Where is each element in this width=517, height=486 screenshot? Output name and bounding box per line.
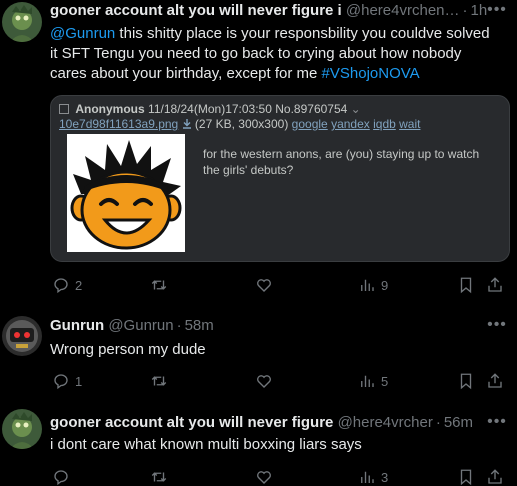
reply-count: 2 xyxy=(75,277,83,293)
timestamp[interactable]: 1h xyxy=(471,2,488,19)
search-link-google[interactable]: google xyxy=(292,117,328,131)
bookmark-button[interactable] xyxy=(457,275,475,295)
tweet-1[interactable]: gooner account alt you will never figure… xyxy=(0,0,517,300)
more-icon[interactable]: ••• xyxy=(487,317,507,338)
views-button[interactable]: 3 xyxy=(358,467,388,486)
views-icon xyxy=(361,279,374,291)
separator-dot: · xyxy=(435,414,441,431)
reply-count: 1 xyxy=(75,373,83,389)
bookmark-button[interactable] xyxy=(457,467,475,486)
quote-datetime: 11/18/24(Mon)17:03:50 xyxy=(148,102,272,116)
tweet-actions: 3 xyxy=(50,467,510,486)
tweet-text: @Gunrun this shitty place is your respon… xyxy=(50,24,501,84)
tweet-text-body: this shitty place is your responsbility … xyxy=(50,25,490,82)
retweet-icon xyxy=(151,280,167,290)
mention-link[interactable]: @Gunrun xyxy=(50,25,115,42)
reply-button[interactable] xyxy=(52,467,75,486)
timestamp[interactable]: 58m xyxy=(185,317,214,334)
display-name[interactable]: Gunrun xyxy=(50,317,104,334)
checkbox-icon[interactable] xyxy=(59,104,69,114)
user-handle[interactable]: @Gunrun xyxy=(108,317,173,334)
user-handle[interactable]: @here4vrchen… xyxy=(346,2,460,19)
reply-button[interactable]: 1 xyxy=(52,371,82,391)
search-link-yandex[interactable]: yandex xyxy=(331,117,370,131)
retweet-button[interactable] xyxy=(150,275,173,295)
views-button[interactable]: 5 xyxy=(358,371,388,391)
reply-icon xyxy=(54,278,68,294)
share-icon xyxy=(488,469,502,484)
file-meta: (27 KB, 300x300) xyxy=(194,117,289,131)
more-icon[interactable]: ••• xyxy=(487,2,507,23)
bookmark-button[interactable] xyxy=(457,371,475,391)
views-count: 9 xyxy=(381,277,389,293)
separator-dot: · xyxy=(176,317,182,334)
bookmark-icon xyxy=(460,373,472,390)
quote-post-number[interactable]: No.89760754 xyxy=(275,102,347,116)
timeline: gooner account alt you will never figure… xyxy=(0,0,517,486)
reply-icon xyxy=(54,374,68,390)
retweet-button[interactable] xyxy=(150,371,173,391)
retweet-icon xyxy=(151,376,167,386)
quote-header: Anonymous 11/18/24(Mon)17:03:50 No.89760… xyxy=(59,102,361,117)
retweet-icon xyxy=(151,472,167,482)
share-icon xyxy=(488,277,502,292)
tweet-header: gooner account alt you will never figure… xyxy=(50,413,507,433)
tweet-header: Gunrun @Gunrun · 58m xyxy=(50,316,507,336)
views-button[interactable]: 9 xyxy=(358,275,388,295)
like-icon xyxy=(257,471,271,484)
bookmark-icon xyxy=(460,469,472,486)
quote-image[interactable] xyxy=(67,134,185,252)
quote-file-info: 10e7d98f11613a9.png (27 KB, 300x300) goo… xyxy=(59,117,420,132)
hashtag-link[interactable]: #VShojoNOVA xyxy=(322,65,420,82)
avatar[interactable] xyxy=(2,409,42,449)
share-button[interactable] xyxy=(486,371,504,391)
more-icon[interactable]: ••• xyxy=(487,414,507,435)
views-icon xyxy=(361,471,374,483)
tweet-actions: 2 9 xyxy=(50,275,510,295)
like-button[interactable] xyxy=(255,371,278,391)
smiling-face-image xyxy=(67,134,185,252)
share-button[interactable] xyxy=(486,467,504,486)
tweet-text: Wrong person my dude xyxy=(50,341,206,358)
user-handle[interactable]: @here4vrcher xyxy=(338,414,433,431)
avatar[interactable] xyxy=(2,2,42,42)
separator-dot: · xyxy=(462,2,468,19)
like-button[interactable] xyxy=(255,467,278,486)
timestamp[interactable]: 56m xyxy=(444,414,473,431)
bookmark-icon xyxy=(460,277,472,294)
views-count: 5 xyxy=(381,373,389,389)
tweet-3[interactable]: gooner account alt you will never figure… xyxy=(0,405,517,486)
quoted-post[interactable]: Anonymous 11/18/24(Mon)17:03:50 No.89760… xyxy=(50,95,510,262)
quote-comment: for the western anons, are (you) staying… xyxy=(203,147,480,177)
tweet-2[interactable]: Gunrun @Gunrun · 58m ••• Wrong person my d… xyxy=(0,310,517,400)
views-count: 3 xyxy=(381,469,389,485)
retweet-button[interactable] xyxy=(150,467,173,486)
views-icon xyxy=(361,375,374,387)
search-link-wait[interactable]: wait xyxy=(399,117,420,131)
like-icon xyxy=(257,375,271,388)
share-icon xyxy=(488,373,502,388)
like-button[interactable] xyxy=(255,275,278,295)
tweet-actions: 1 5 xyxy=(50,371,510,391)
search-link-iqdb[interactable]: iqdb xyxy=(373,117,396,131)
tweet-text: i dont care what known multi boxxing lia… xyxy=(50,436,362,453)
file-link[interactable]: 10e7d98f11613a9.png xyxy=(59,117,178,131)
display-name[interactable]: gooner account alt you will never figure xyxy=(50,414,333,431)
chevron-down-icon[interactable]: ⌄ xyxy=(351,102,361,116)
reply-button[interactable]: 2 xyxy=(52,275,82,295)
display-name[interactable]: gooner account alt you will never figure… xyxy=(50,2,342,19)
reply-icon xyxy=(54,470,68,486)
tweet-header: gooner account alt you will never figure… xyxy=(50,1,507,21)
avatar[interactable] xyxy=(2,316,42,356)
share-button[interactable] xyxy=(486,275,504,295)
download-icon[interactable] xyxy=(182,117,195,131)
quote-poster: Anonymous xyxy=(75,102,145,116)
like-icon xyxy=(257,279,271,292)
